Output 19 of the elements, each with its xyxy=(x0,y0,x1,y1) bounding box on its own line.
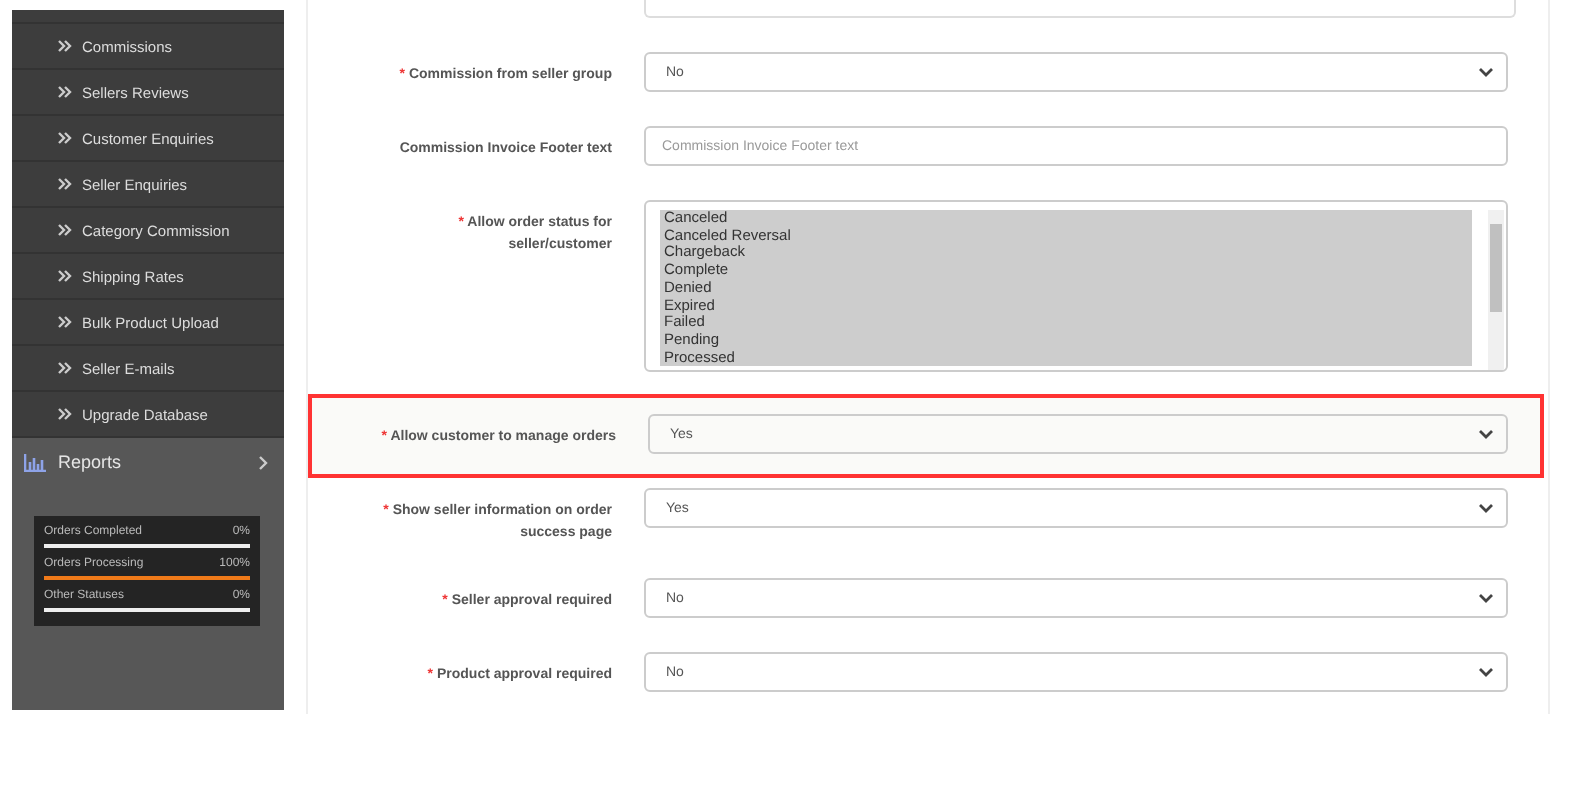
double-chevron-icon xyxy=(58,178,72,190)
double-chevron-icon xyxy=(58,224,72,236)
double-chevron-icon xyxy=(58,270,72,282)
chevron-down-icon xyxy=(1478,66,1494,78)
chevron-down-icon xyxy=(1478,592,1494,604)
double-chevron-icon xyxy=(58,362,72,374)
input-field[interactable] xyxy=(644,0,1516,18)
chevron-down-icon xyxy=(1478,502,1494,514)
double-chevron-icon xyxy=(58,316,72,328)
chevron-down-icon xyxy=(1478,428,1494,440)
double-chevron-icon xyxy=(58,408,72,420)
scrollbar[interactable] xyxy=(1488,210,1504,370)
chevron-right-icon xyxy=(258,455,268,469)
double-chevron-icon xyxy=(58,86,72,98)
sidebar-item[interactable] xyxy=(12,10,284,24)
double-chevron-icon xyxy=(58,132,72,144)
bar-chart-icon xyxy=(24,453,46,471)
chevron-down-icon xyxy=(1478,666,1494,678)
double-chevron-icon xyxy=(58,40,72,52)
